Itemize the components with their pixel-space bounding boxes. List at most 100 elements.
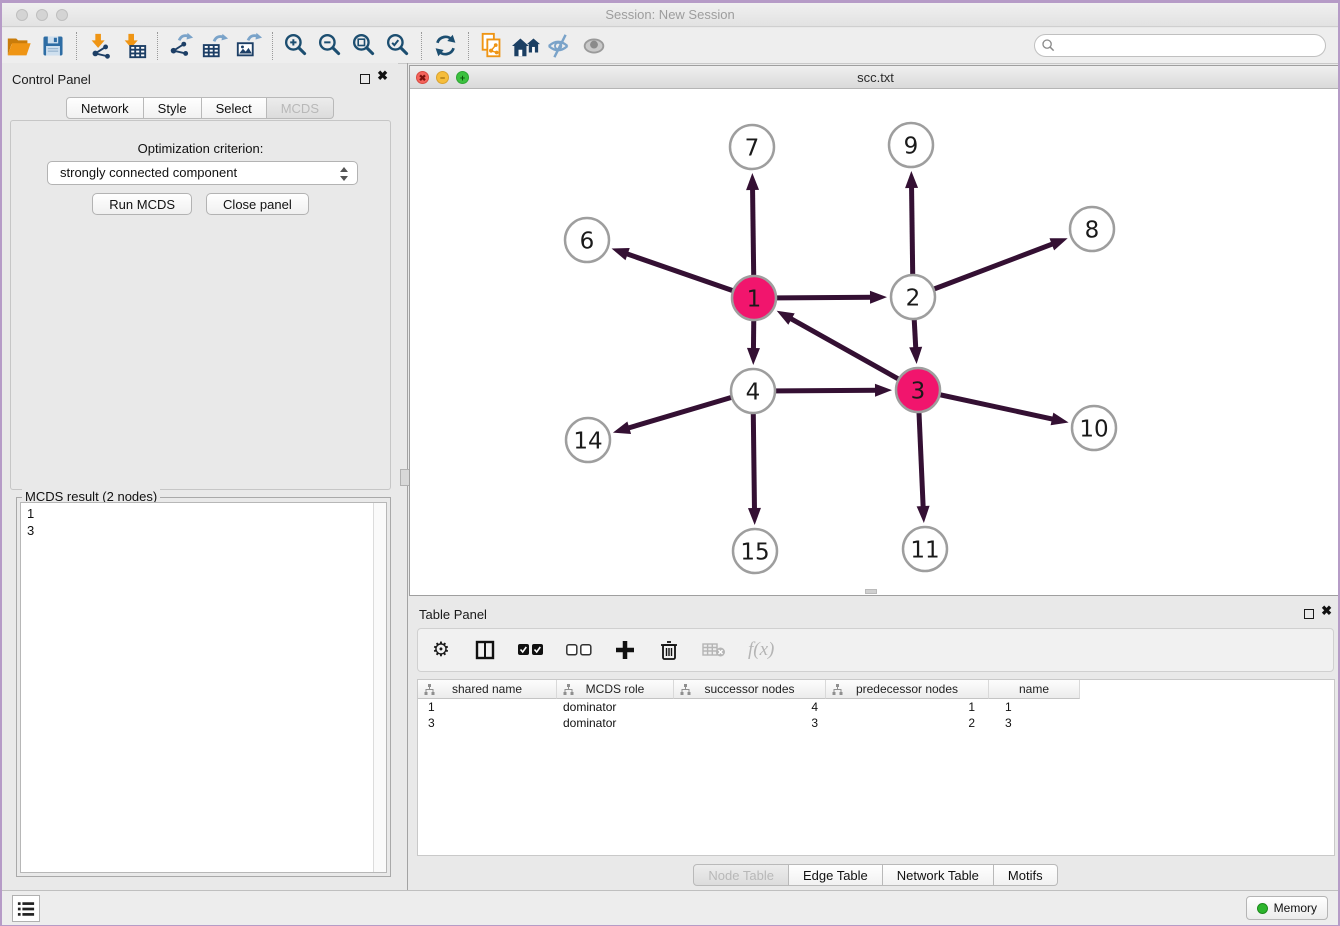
tab-node-table[interactable]: Node Table: [693, 864, 789, 886]
control-panel-title: Control Panel: [12, 72, 91, 87]
deselect-all-icon[interactable]: [566, 638, 592, 662]
graph-node-label: 2: [906, 285, 921, 311]
result-line: 1: [27, 505, 386, 522]
float-table-panel-icon[interactable]: [1304, 609, 1314, 619]
mcds-result-group: MCDS result (2 nodes) 13: [16, 497, 391, 877]
toolbar-separator: [76, 32, 77, 60]
home-view-icon[interactable]: [509, 31, 543, 61]
save-session-icon[interactable]: [36, 31, 70, 61]
edge-arrowhead: [917, 506, 930, 523]
graph-node-label: 14: [573, 428, 602, 454]
hide-selected-icon[interactable]: [543, 31, 577, 61]
open-session-icon[interactable]: [2, 31, 36, 61]
refresh-layout-icon[interactable]: [428, 31, 462, 61]
close-panel-button[interactable]: Close panel: [206, 193, 309, 215]
search-input[interactable]: [1056, 37, 1325, 55]
column-visibility-icon[interactable]: [474, 638, 496, 662]
edge-arrowhead: [1049, 238, 1067, 250]
column-header-shared-name[interactable]: shared name: [418, 680, 557, 699]
column-header-successor-nodes[interactable]: successor nodes: [674, 680, 826, 699]
table-body: 1dominator4113dominator323: [418, 699, 1334, 731]
delete-column-icon[interactable]: [658, 638, 680, 662]
export-table-icon[interactable]: [198, 31, 232, 61]
result-scrollbar[interactable]: [373, 503, 386, 872]
memory-button[interactable]: Memory: [1246, 896, 1328, 920]
import-network-icon[interactable]: [83, 31, 117, 61]
mcds-result-lines: 13: [21, 503, 386, 539]
tab-mcds[interactable]: MCDS: [267, 97, 334, 119]
edge-arrowhead: [777, 311, 795, 325]
mcds-tab-content: Optimization criterion: strongly connect…: [10, 120, 391, 490]
table-cell[interactable]: 4: [674, 699, 826, 715]
graph-node-label: 9: [904, 133, 919, 159]
graph-node-label: 11: [910, 537, 939, 563]
column-header-predecessor-nodes[interactable]: predecessor nodes: [826, 680, 989, 699]
table-cell[interactable]: 1: [418, 699, 557, 715]
table-cell[interactable]: 1: [826, 699, 989, 715]
edge-arrowhead: [1051, 413, 1069, 426]
network-window-title: scc.txt: [410, 70, 1338, 85]
edge-arrowhead: [612, 248, 630, 260]
edge-arrowhead: [905, 171, 918, 188]
table-cell[interactable]: 2: [826, 715, 989, 731]
export-network-icon[interactable]: [164, 31, 198, 61]
delete-table-icon: [702, 638, 726, 662]
column-header-label: predecessor nodes: [856, 682, 958, 696]
table-toolbar: ⚙ f(x): [417, 628, 1334, 672]
table-cell[interactable]: 3: [674, 715, 826, 731]
table-tabs: Node TableEdge TableNetwork TableMotifs: [409, 864, 1338, 886]
apply-function-icon: f(x): [748, 638, 774, 662]
network-canvas[interactable]: 1234678910111415: [410, 89, 1338, 593]
zoom-fit-icon[interactable]: [347, 31, 381, 61]
table-row[interactable]: 1dominator411: [418, 699, 1334, 715]
zoom-in-icon[interactable]: [279, 31, 313, 61]
edge-arrowhead: [875, 384, 892, 397]
column-header-label: successor nodes: [704, 682, 794, 696]
zoom-out-icon[interactable]: [313, 31, 347, 61]
column-header-mcds-role[interactable]: MCDS role: [557, 680, 674, 699]
graph-node-label: 15: [740, 539, 769, 565]
horizontal-splitter-grip[interactable]: [865, 589, 877, 594]
tab-style[interactable]: Style: [144, 97, 202, 119]
tab-select[interactable]: Select: [202, 97, 267, 119]
run-mcds-button[interactable]: Run MCDS: [92, 193, 192, 215]
tab-edge-table[interactable]: Edge Table: [789, 864, 883, 886]
close-panel-icon[interactable]: ✖: [377, 69, 388, 83]
table-options-icon[interactable]: ⚙: [430, 638, 452, 662]
tab-motifs[interactable]: Motifs: [994, 864, 1058, 886]
table-cell[interactable]: 1: [989, 699, 1080, 715]
tab-network-table[interactable]: Network Table: [883, 864, 994, 886]
import-table-icon[interactable]: [117, 31, 151, 61]
optimization-criterion-label: Optimization criterion:: [11, 141, 390, 156]
mcds-result-text[interactable]: 13: [20, 502, 387, 873]
edge-arrowhead: [746, 173, 759, 190]
duplicate-network-icon[interactable]: [475, 31, 509, 61]
float-panel-icon[interactable]: [360, 74, 370, 84]
select-all-icon[interactable]: [518, 638, 544, 662]
tab-network[interactable]: Network: [66, 97, 144, 119]
add-column-icon[interactable]: [614, 638, 636, 662]
table-cell[interactable]: dominator: [557, 699, 674, 715]
criterion-value: strongly connected component: [60, 165, 237, 180]
table-panel-title: Table Panel: [419, 607, 487, 622]
zoom-selected-icon[interactable]: [381, 31, 415, 61]
node-table: shared name MCDS role successor nodes pr…: [417, 679, 1335, 856]
search-box: [1034, 34, 1326, 57]
task-history-button[interactable]: [12, 895, 40, 922]
table-cell[interactable]: dominator: [557, 715, 674, 731]
criterion-select[interactable]: strongly connected component: [47, 161, 358, 185]
graph-node-label: 10: [1079, 416, 1108, 442]
window-title: Session: New Session: [2, 7, 1338, 22]
table-cell[interactable]: 3: [418, 715, 557, 731]
graph-node-label: 6: [580, 228, 595, 254]
graph-node-label: 3: [911, 378, 926, 404]
column-header-name[interactable]: name: [989, 680, 1080, 699]
table-row[interactable]: 3dominator323: [418, 715, 1334, 731]
edge-arrowhead: [909, 347, 922, 364]
network-window-titlebar: ✖ − + scc.txt: [410, 66, 1338, 89]
close-table-panel-icon[interactable]: ✖: [1321, 604, 1332, 618]
toolbar-separator: [157, 32, 158, 60]
table-cell[interactable]: 3: [989, 715, 1080, 731]
shared-column-icon: [832, 684, 843, 695]
export-image-icon[interactable]: [232, 31, 266, 61]
